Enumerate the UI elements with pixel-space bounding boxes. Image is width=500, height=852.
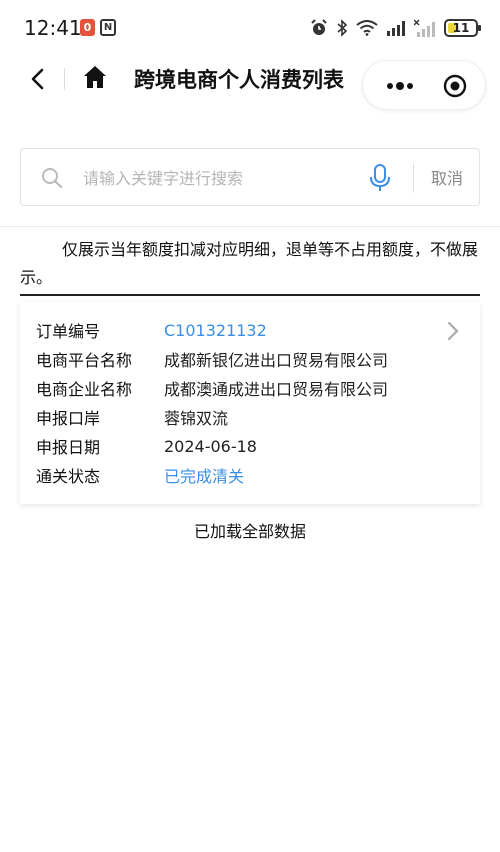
port-row: 申报口岸 蓉锦双流 xyxy=(36,403,228,431)
battery-level: 11 xyxy=(452,21,470,35)
platform-name-label: 电商平台名称 xyxy=(36,351,133,370)
clearance-status-row: 通关状态 已完成清关 xyxy=(36,461,244,489)
enterprise-name-row: 电商企业名称 成都澳通成进出口贸易有限公司 xyxy=(36,374,388,402)
close-miniprogram-icon[interactable] xyxy=(443,74,467,98)
section-divider xyxy=(0,226,500,227)
back-arrow-icon[interactable] xyxy=(26,64,50,94)
order-number-row: 订单编号 C101321132 xyxy=(36,316,267,344)
nav-divider xyxy=(64,68,65,90)
microphone-icon[interactable] xyxy=(369,163,391,193)
load-all-text: 已加载全部数据 xyxy=(193,522,306,541)
enterprise-name-value: 成都澳通成进出口贸易有限公司 xyxy=(164,380,389,399)
clearance-status-label: 通关状态 xyxy=(36,467,101,486)
enterprise-name-label: 电商企业名称 xyxy=(36,380,133,399)
nfc-icon: N xyxy=(100,19,116,36)
notice-rule xyxy=(20,294,480,296)
search-icon xyxy=(42,168,63,189)
port-value: 蓉锦双流 xyxy=(164,409,229,428)
status-icons: 11 xyxy=(310,16,481,40)
clearance-status-value: 已完成清关 xyxy=(164,467,245,486)
signal-icon xyxy=(387,21,405,36)
home-icon[interactable] xyxy=(82,64,108,90)
search-bar: 取消 xyxy=(20,148,480,206)
cancel-button[interactable]: 取消 xyxy=(431,165,463,189)
alarm-icon xyxy=(311,19,327,35)
wifi-icon xyxy=(356,20,378,36)
platform-name-row: 电商平台名称 成都新银亿进出口贸易有限公司 xyxy=(36,345,388,373)
order-number-value[interactable]: C101321132 xyxy=(164,321,267,340)
declare-date-value: 2024-06-18 xyxy=(164,436,257,456)
order-card[interactable]: 订单编号 C101321132 电商平台名称 成都新银亿进出口贸易有限公司 电商… xyxy=(20,302,480,504)
nav-bar: 跨境电商个人消费列表 xyxy=(0,56,500,110)
mini-program-capsule xyxy=(362,60,486,110)
search-divider xyxy=(413,163,414,193)
status-time: 12:41 xyxy=(24,16,82,40)
platform-name-value: 成都新银亿进出口贸易有限公司 xyxy=(164,351,389,370)
more-icon[interactable] xyxy=(385,77,415,93)
status-bar: 12:41 0 N 11 xyxy=(0,0,500,56)
chevron-right-icon[interactable] xyxy=(446,320,460,342)
notice-text: 仅展示当年额度扣减对应明细，退单等不占用额度，不做展示。 xyxy=(20,240,479,287)
order-number-label: 订单编号 xyxy=(36,322,101,341)
port-label: 申报口岸 xyxy=(36,409,101,428)
notification-badge-icon: 0 xyxy=(80,19,95,36)
bluetooth-icon xyxy=(337,19,348,37)
page-title: 跨境电商个人消费列表 xyxy=(134,68,344,92)
battery-icon: 11 xyxy=(444,19,481,37)
declare-date-row: 申报日期 2024-06-18 xyxy=(36,432,257,460)
signal-no-icon xyxy=(414,19,435,37)
declare-date-label: 申报日期 xyxy=(36,438,101,457)
search-input[interactable] xyxy=(83,165,353,191)
